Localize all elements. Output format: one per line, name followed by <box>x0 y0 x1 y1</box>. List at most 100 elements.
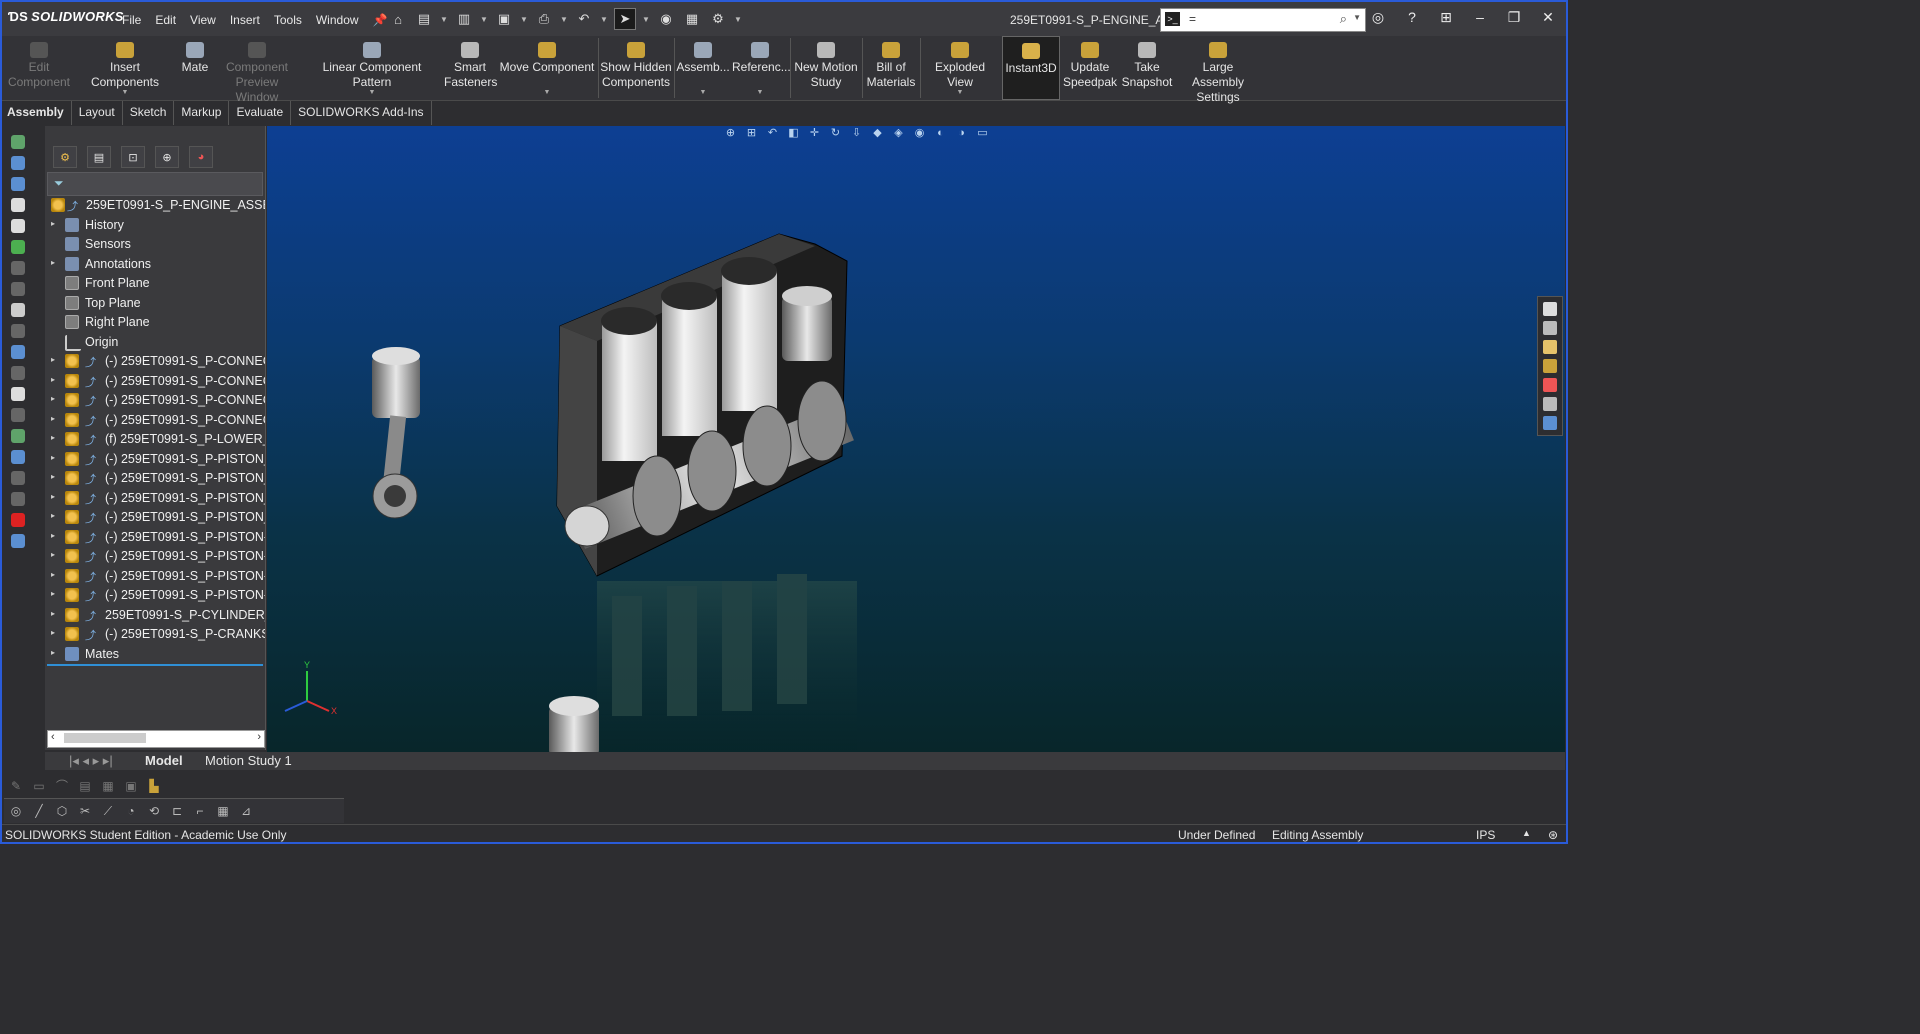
tree-item[interactable]: Top Plane <box>45 294 265 314</box>
quick-tips-icon[interactable]: ⊛ <box>1548 828 1558 842</box>
toolbar-icon[interactable] <box>11 492 25 506</box>
search-icon[interactable]: ⌕ <box>1340 11 1347 27</box>
offset-icon[interactable]: ⟲ <box>145 804 163 818</box>
edit-component-button[interactable]: Edit Component <box>4 36 74 100</box>
tab-scroll-arrows-icon[interactable]: |◂ ◂ ▸ ▸| <box>69 753 113 769</box>
expand-arrow-icon[interactable]: ▸ <box>51 414 55 423</box>
tab-layout[interactable]: Layout <box>72 101 123 125</box>
tab-model[interactable]: Model <box>145 753 183 768</box>
tree-item[interactable]: Right Plane <box>45 313 265 333</box>
home-icon[interactable] <box>1543 302 1557 316</box>
tab-addins[interactable]: SOLIDWORKS Add-Ins <box>291 101 432 125</box>
insert-components-button[interactable]: Insert Components ▼ <box>76 36 174 100</box>
expand-arrow-icon[interactable]: ▸ <box>51 472 55 481</box>
expand-arrow-icon[interactable]: ▸ <box>51 531 55 540</box>
point-icon[interactable]: ⌐ <box>191 804 209 818</box>
toolbar-icon[interactable]: ▙ <box>145 779 163 793</box>
toolbar-icon[interactable] <box>11 240 25 254</box>
expand-arrow-icon[interactable]: ▸ <box>51 648 55 657</box>
chevron-down-icon[interactable]: ▼ <box>757 89 764 96</box>
expand-arrow-icon[interactable]: ▸ <box>51 375 55 384</box>
tab-evaluate[interactable]: Evaluate <box>229 101 292 125</box>
tree-item[interactable]: ▸ Annotations <box>45 255 265 275</box>
instant3d-button[interactable]: Instant3D <box>1002 36 1060 100</box>
toolbar-icon[interactable] <box>11 387 25 401</box>
tree-item[interactable]: ▸ ⤴ (-) 259ET0991-S_P-PISTON--P <box>45 586 265 606</box>
expand-arrow-icon[interactable]: ▸ <box>51 433 55 442</box>
grid-icon[interactable]: ▦ <box>214 804 232 818</box>
sum-icon[interactable] <box>11 303 25 317</box>
feature-tree-tab-icon[interactable]: ⚙ <box>53 146 77 168</box>
tree-root-assembly[interactable]: ⤴ 259ET0991-S_P-ENGINE_ASSEMB <box>45 196 265 216</box>
file-explorer-icon[interactable] <box>1543 340 1557 354</box>
toolbar-icon[interactable] <box>11 471 25 485</box>
expand-arrow-icon[interactable]: ▸ <box>51 355 55 364</box>
undo-icon[interactable]: ↶ <box>574 9 594 29</box>
expand-arrow-icon[interactable]: ▸ <box>51 453 55 462</box>
tab-assembly[interactable]: Assembly <box>0 101 72 125</box>
graphics-area[interactable]: ⊕ ⊞ ↶ ◧ ✛ ↻ ⇩ ◆ ◈ ◉ ◐ ◑ ▭ Y X <box>267 126 1565 752</box>
tab-motion-study[interactable]: Motion Study 1 <box>205 753 292 768</box>
menu-edit[interactable]: Edit <box>155 13 176 27</box>
tree-item[interactable]: ▸ History <box>45 216 265 236</box>
scroll-right-icon[interactable]: › <box>257 731 261 743</box>
construction-icon[interactable]: ⊿ <box>237 804 255 818</box>
expand-arrow-icon[interactable]: ▸ <box>51 511 55 520</box>
assembly-features-button[interactable]: Assemb... ▼ <box>676 36 730 100</box>
tree-item[interactable]: ▸ ⤴ (-) 259ET0991-S_P-CONNECTI <box>45 411 265 431</box>
tree-item[interactable]: ▸ ⤴ (f) 259ET0991-S_P-LOWER_BL <box>45 430 265 450</box>
tree-item[interactable]: ▸ ⤴ (-) 259ET0991-S_P-CONNECTI <box>45 372 265 392</box>
toolbar-icon[interactable] <box>11 534 25 548</box>
polygon-icon[interactable]: ⬡ <box>53 804 71 818</box>
expand-arrow-icon[interactable]: ▸ <box>51 628 55 637</box>
line-icon[interactable]: ╱ <box>30 804 48 818</box>
appearances-icon[interactable] <box>1543 378 1557 392</box>
tree-item[interactable]: ▸ ⤴ (-) 259ET0991-S_P-PISTON_PI <box>45 450 265 470</box>
select-pointer-icon[interactable]: ➤ <box>614 8 636 30</box>
toolbar-icon[interactable] <box>11 219 25 233</box>
minimize-button[interactable]: – <box>1470 9 1490 26</box>
tree-item[interactable]: ▸ ⤴ 259ET0991-S_P-CYLINDER_BL <box>45 606 265 626</box>
toolbar-icon[interactable] <box>11 156 25 170</box>
dimxpert-tab-icon[interactable]: ⊕ <box>155 146 179 168</box>
tree-item[interactable]: ▸ ⤴ (-) 259ET0991-S_P-CRANKSH/ <box>45 625 265 645</box>
pin-icon[interactable]: 📌 <box>373 13 388 27</box>
tree-item[interactable]: ▸ ⤴ (-) 259ET0991-S_P-PISTON--P <box>45 567 265 587</box>
expand-arrow-icon[interactable]: ▸ <box>51 492 55 501</box>
layout-icon[interactable]: ⊞ <box>1436 9 1456 26</box>
take-snapshot-button[interactable]: Take Snapshot <box>1120 36 1174 100</box>
expand-arrow-icon[interactable]: ▸ <box>51 258 55 267</box>
help-icon[interactable]: ? <box>1402 9 1422 26</box>
unit-menu-icon[interactable]: ▲ <box>1522 828 1531 838</box>
toolbar-icon[interactable] <box>11 450 25 464</box>
tree-horizontal-scrollbar[interactable]: ‹ › <box>47 730 265 748</box>
user-account-icon[interactable]: ◎ <box>1368 9 1388 26</box>
traffic-light-icon[interactable]: ◉ <box>656 9 676 29</box>
expand-arrow-icon[interactable]: ▸ <box>51 394 55 403</box>
unit-system[interactable]: IPS <box>1476 828 1495 842</box>
toolbar-icon[interactable] <box>11 177 25 191</box>
toolbar-icon[interactable] <box>11 324 25 338</box>
filter-funnel-icon[interactable]: ⏷ <box>54 176 64 191</box>
menu-window[interactable]: Window <box>316 13 359 27</box>
trim-icon[interactable]: ✂ <box>76 804 94 818</box>
update-speedpak-button[interactable]: Update Speedpak <box>1062 36 1118 100</box>
toolbar-icon[interactable]: ▣ <box>122 779 140 793</box>
home-icon[interactable]: ⌂ <box>388 9 408 29</box>
expand-arrow-icon[interactable]: ▸ <box>51 570 55 579</box>
component-preview-button[interactable]: Component Preview Window <box>214 36 300 104</box>
expand-arrow-icon[interactable]: ▸ <box>51 550 55 559</box>
tree-item[interactable]: ▸ Mates <box>45 645 265 665</box>
toolbar-icon[interactable]: ✎ <box>7 779 25 793</box>
tree-item[interactable]: ▸ ⤴ (-) 259ET0991-S_P-PISTON_PI <box>45 508 265 528</box>
chevron-down-icon[interactable]: ▼ <box>369 89 376 96</box>
rollback-bar[interactable] <box>47 664 263 666</box>
options-gear-icon[interactable]: ⚙ <box>708 9 728 29</box>
search-dropdown-icon[interactable]: ▼ <box>1353 13 1361 22</box>
scroll-left-icon[interactable]: ‹ <box>51 731 55 743</box>
search-input-value[interactable]: = <box>1189 12 1196 26</box>
custom-properties-icon[interactable] <box>1543 397 1557 411</box>
command-search-box[interactable]: >_ = ⌕ ▼ <box>1160 8 1366 32</box>
show-hidden-components-button[interactable]: Show Hidden Components <box>600 36 672 100</box>
toolbar-icon[interactable] <box>11 261 25 275</box>
